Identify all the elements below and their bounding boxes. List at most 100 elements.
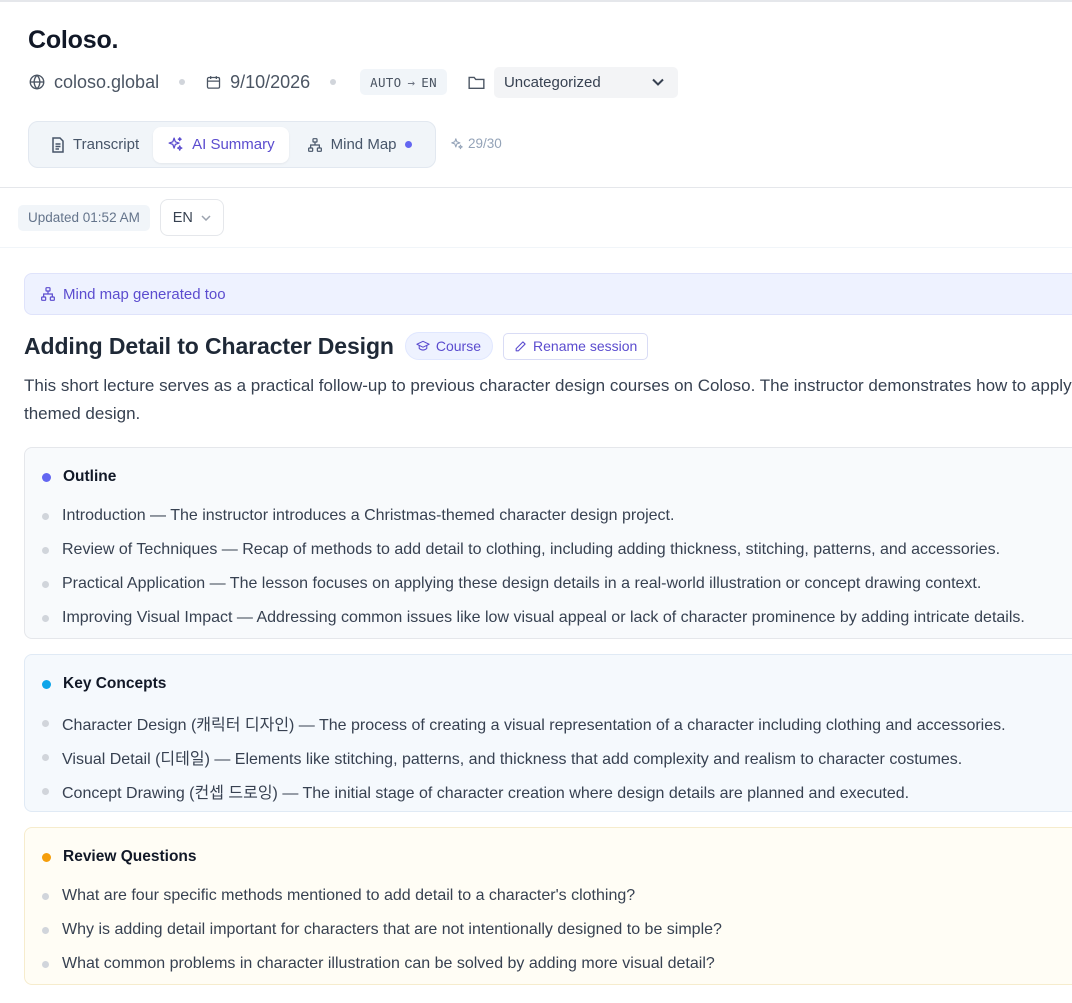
document-icon [52, 136, 64, 153]
session-summary: This short lecture serves as a practical… [24, 372, 1072, 432]
course-badge-label: Course [435, 338, 482, 354]
list-item: Improving Visual Impact — Addressing com… [42, 601, 1072, 635]
sparkles-icon [168, 137, 183, 151]
tab-transcript[interactable]: Transcript [33, 127, 153, 163]
list-item-text: Practical Application — The lesson focus… [62, 575, 982, 592]
folder-select-value: Uncategorized [503, 73, 601, 91]
list-item-text: Why is adding detail important for chara… [62, 921, 722, 938]
bullet [42, 787, 49, 795]
arrow-right-icon: → [407, 74, 416, 90]
session-title: Adding Detail to Character Design [24, 332, 394, 359]
bullet [42, 892, 49, 900]
bullet [42, 614, 49, 622]
section-dot [42, 679, 51, 689]
section-title: Key Concepts [63, 675, 167, 692]
list-item-text: Introduction — The instructor introduces… [62, 507, 675, 524]
review-questions-heading: Review Questions [42, 846, 1072, 868]
folder-icon [468, 76, 485, 89]
summary-line: themed design. [24, 404, 141, 423]
toolbar-divider [0, 247, 1072, 248]
sitemap-icon [307, 137, 322, 152]
globe-icon [29, 74, 45, 90]
bullet [42, 753, 49, 761]
key-concepts-list: Character Design (캐릭터 디자인) — The process… [42, 706, 1072, 808]
key-concepts-section: Key Concepts Character Design (캐릭터 디자인) … [24, 654, 1072, 812]
tab-ai-summary[interactable]: AI Summary [153, 126, 289, 163]
separator-dot [330, 79, 337, 85]
list-item: Why is adding detail important for chara… [42, 913, 1072, 947]
session-heading: Adding Detail to Character Design Course… [24, 332, 649, 360]
outline-section: Outline Introduction — The instructor in… [24, 447, 1072, 639]
folder-picker: Uncategorized [467, 66, 678, 98]
session-date-label: 9/10/2026 [230, 71, 311, 92]
review-questions-list: What are four specific methods mentioned… [42, 879, 1072, 981]
list-item: What common problems in character illust… [42, 947, 1072, 981]
section-title: Outline [63, 468, 117, 485]
top-divider [0, 0, 1072, 2]
list-item: Review of Techniques — Recap of methods … [42, 533, 1072, 567]
language-pair-badge: AUTO → EN [360, 69, 447, 95]
sitemap-icon [41, 287, 55, 301]
tab-label: AI Summary [192, 136, 275, 153]
session-date: 9/10/2026 [205, 72, 310, 93]
bullet [42, 926, 49, 934]
bullet [42, 719, 49, 727]
bullet [42, 580, 49, 588]
chevron-down-icon [201, 214, 211, 221]
pencil-icon [515, 340, 526, 351]
list-item: Concept Drawing (컨셉 드로잉) — The initial s… [42, 774, 1072, 808]
list-item-text: Character Design (캐릭터 디자인) — The process… [62, 717, 1006, 734]
outline-heading: Outline [42, 466, 1072, 488]
list-item: Character Design (캐릭터 디자인) — The process… [42, 706, 1072, 740]
view-tabs: Transcript AI Summary Mind Map [28, 121, 436, 168]
language-select[interactable]: EN [159, 199, 224, 236]
folder-select[interactable]: Uncategorized [493, 66, 678, 98]
language-select-value: EN [172, 209, 193, 226]
outline-list: Introduction — The instructor introduces… [42, 499, 1072, 635]
mind-map-notice: Mind map generated too [24, 273, 1072, 315]
list-item: Practical Application — The lesson focus… [42, 567, 1072, 601]
list-item: What are four specific methods mentioned… [42, 879, 1072, 913]
list-item-text: Concept Drawing (컨셉 드로잉) — The initial s… [62, 785, 910, 802]
list-item-text: What common problems in character illust… [62, 955, 715, 972]
list-item: Introduction — The instructor introduces… [42, 499, 1072, 533]
separator-dot [179, 79, 186, 85]
new-indicator-dot [404, 141, 412, 148]
review-questions-section: Review Questions What are four specific … [24, 827, 1072, 985]
usage-counter: 29/30 [450, 136, 502, 151]
tab-label: Mind Map [330, 136, 397, 153]
sparkles-icon [451, 137, 463, 149]
chevron-down-icon [652, 78, 664, 86]
source-site[interactable]: coloso.global [28, 72, 159, 93]
tab-mind-map[interactable]: Mind Map [289, 127, 426, 163]
bullet [42, 960, 49, 968]
rename-session-label: Rename session [533, 338, 638, 354]
graduation-cap-icon [416, 340, 430, 351]
bullet [42, 546, 49, 554]
section-dot [42, 472, 51, 482]
section-dot [42, 852, 51, 862]
course-badge: Course [404, 332, 494, 360]
calendar-icon [206, 75, 221, 89]
summary-line: This short lecture serves as a practical… [24, 376, 1072, 395]
usage-counter-label: 29/30 [468, 136, 502, 151]
meta-row: coloso.global 9/10/2026 AUTO → EN Uncate… [28, 66, 678, 98]
notice-text: Mind map generated too [63, 285, 226, 303]
list-item-text: Visual Detail (디테일) — Elements like stit… [62, 751, 963, 768]
page-title: Coloso. [28, 26, 119, 54]
list-item-text: What are four specific methods mentioned… [62, 887, 636, 904]
updated-badge: Updated 01:52 AM [18, 204, 150, 231]
header-divider [0, 187, 1072, 188]
list-item-text: Review of Techniques — Recap of methods … [62, 541, 1001, 558]
section-title: Review Questions [63, 848, 197, 865]
key-concepts-heading: Key Concepts [42, 673, 1072, 695]
summary-toolbar: Updated 01:52 AM EN [18, 199, 224, 236]
lang-from: AUTO [370, 74, 402, 90]
list-item-text: Improving Visual Impact — Addressing com… [62, 609, 1025, 626]
bullet [42, 512, 49, 520]
rename-session-button[interactable]: Rename session [503, 332, 649, 360]
lang-to: EN [421, 74, 437, 90]
list-item: Visual Detail (디테일) — Elements like stit… [42, 740, 1072, 774]
tab-label: Transcript [73, 136, 140, 153]
source-site-label: coloso.global [54, 71, 160, 92]
